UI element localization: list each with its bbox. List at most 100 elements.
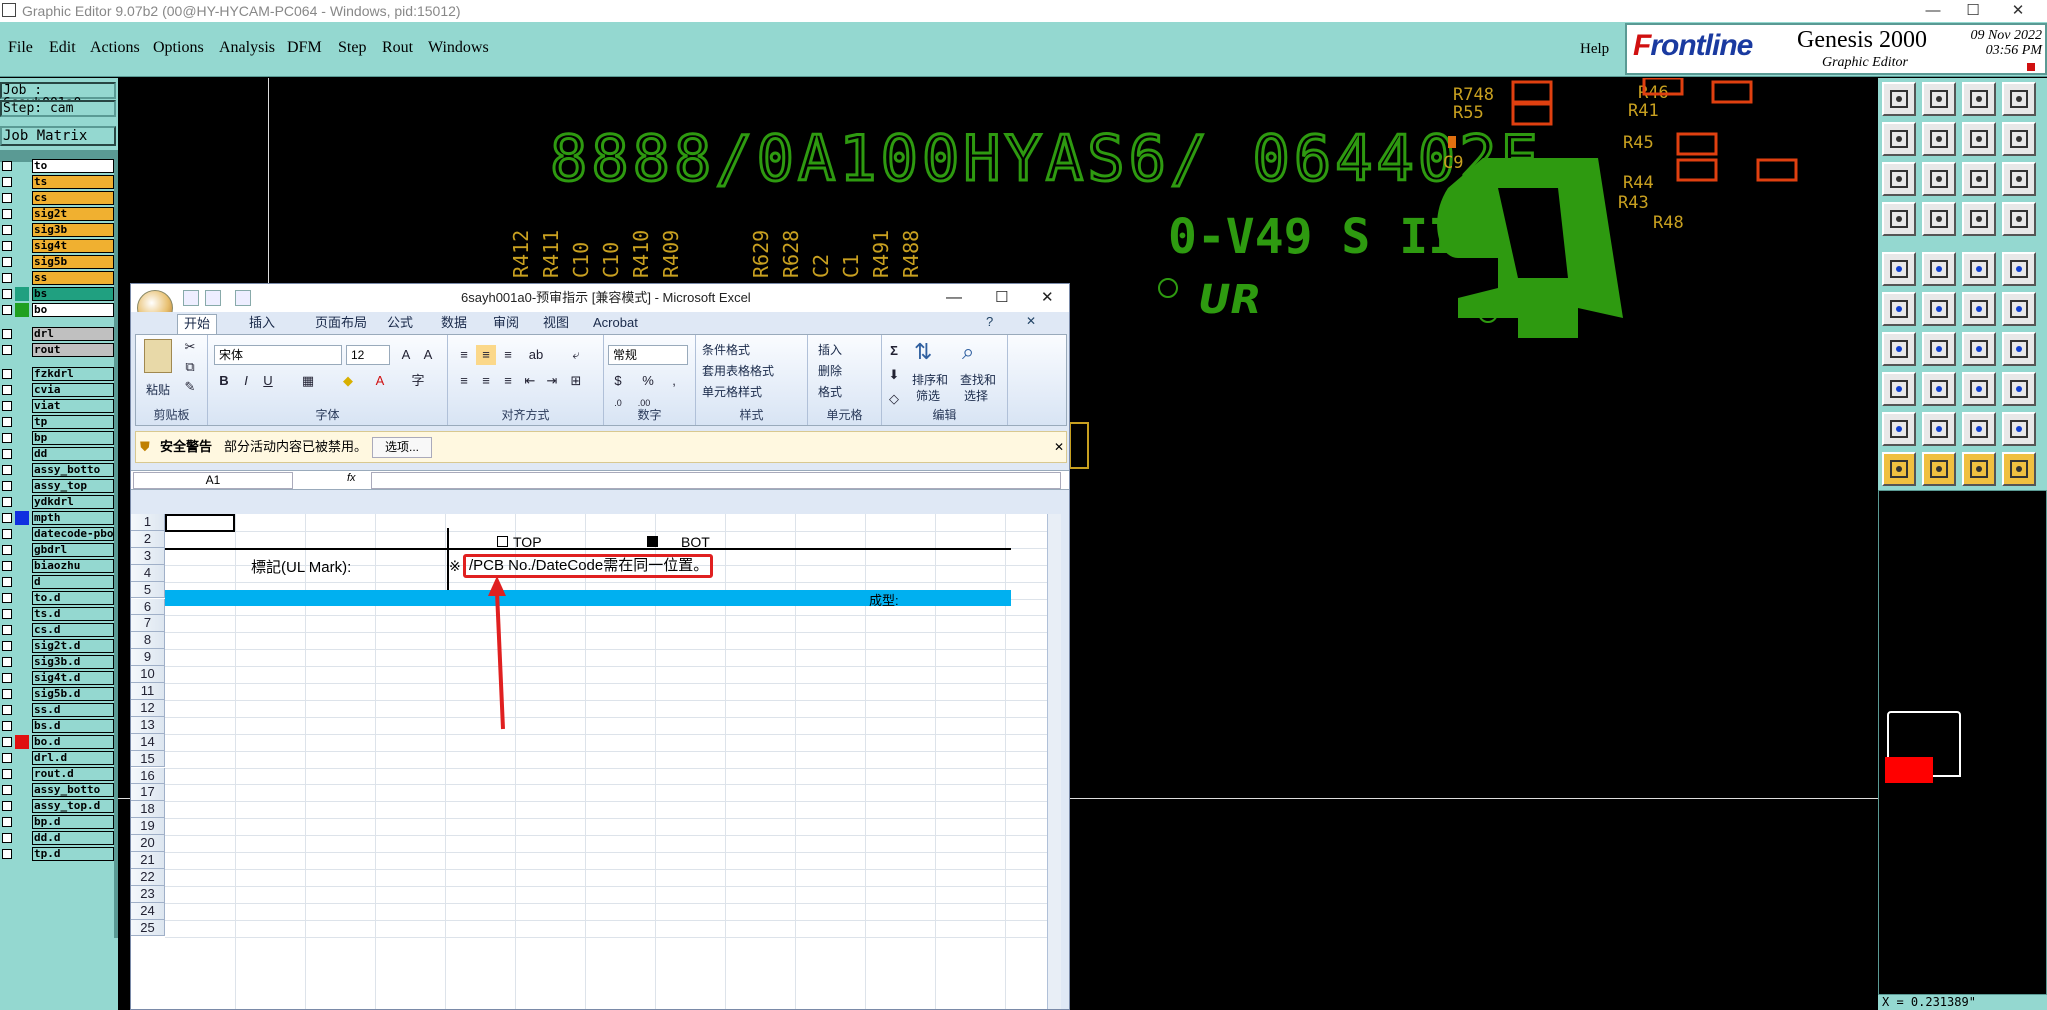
layer-row[interactable]: sig4t xyxy=(0,238,116,254)
layer-name[interactable]: fzkdrl xyxy=(32,367,114,381)
layer-name[interactable]: drl xyxy=(32,327,114,341)
layer-color-swatch[interactable] xyxy=(15,191,29,205)
layer-checkbox[interactable] xyxy=(2,385,12,395)
percent-icon[interactable]: % xyxy=(638,371,658,391)
layer-checkbox[interactable] xyxy=(2,401,12,411)
measure-icon[interactable] xyxy=(1882,202,1916,236)
layer-color-swatch[interactable] xyxy=(15,527,29,541)
excel-close-button[interactable]: ✕ xyxy=(1041,284,1054,312)
maximize-button[interactable]: ☐ xyxy=(1950,0,1996,22)
security-close-icon[interactable]: ✕ xyxy=(1054,432,1064,462)
layer-row[interactable]: sig2t xyxy=(0,206,116,222)
layer-color-swatch[interactable] xyxy=(15,463,29,477)
find-icon[interactable]: ⌕ xyxy=(962,339,974,365)
layer-color-swatch[interactable] xyxy=(15,671,29,685)
row-header[interactable]: 15 xyxy=(131,750,165,768)
italic-button[interactable]: I xyxy=(236,371,256,391)
layer-color-swatch[interactable] xyxy=(15,327,29,341)
layer-name[interactable]: sig4t xyxy=(32,239,114,253)
layer-checkbox[interactable] xyxy=(2,465,12,475)
layer-checkbox[interactable] xyxy=(2,345,12,355)
align-middle-icon[interactable]: ≡ xyxy=(476,345,496,365)
row-header[interactable]: 6 xyxy=(131,598,165,616)
layer-name[interactable]: assy_botto xyxy=(32,783,114,797)
layer-row[interactable]: to xyxy=(0,158,116,174)
layer-row[interactable]: bp xyxy=(0,430,116,446)
layer-name[interactable]: cs xyxy=(32,191,114,205)
layer-color-swatch[interactable] xyxy=(15,383,29,397)
layer-checkbox[interactable] xyxy=(2,833,12,843)
border-icon[interactable]: ▦ xyxy=(298,371,318,391)
triangle-c-icon[interactable] xyxy=(2002,412,2036,446)
layer-row[interactable]: sig3b xyxy=(0,222,116,238)
font-size-select[interactable]: 12 xyxy=(346,345,390,365)
orientation-icon[interactable]: ab xyxy=(526,345,546,365)
layer-row[interactable]: sig4t.d xyxy=(0,670,116,686)
excel-maximize-button[interactable]: ☐ xyxy=(995,284,1008,312)
mirror-icon[interactable] xyxy=(2002,332,2036,366)
group-icon[interactable] xyxy=(2002,372,2036,406)
layer-row[interactable]: drl xyxy=(0,326,116,342)
add-surface-icon[interactable] xyxy=(2002,252,2036,286)
layer-name[interactable]: gbdrl xyxy=(32,543,114,557)
wrap-text-icon[interactable]: ⤶ xyxy=(566,345,586,365)
layer-checkbox[interactable] xyxy=(2,529,12,539)
security-options-button[interactable]: 选项... xyxy=(372,437,432,458)
paste-button[interactable]: 粘贴 xyxy=(146,381,170,398)
row-header[interactable]: 19 xyxy=(131,818,165,836)
layer-row[interactable]: d xyxy=(0,574,116,590)
layer-name[interactable]: dd xyxy=(32,447,114,461)
layer-row[interactable]: bo.d xyxy=(0,734,116,750)
close-button[interactable]: ✕ xyxy=(1995,0,2041,22)
layer-name[interactable]: sig3b xyxy=(32,223,114,237)
layer-checkbox[interactable] xyxy=(2,481,12,491)
layer-name[interactable]: drl.d xyxy=(32,751,114,765)
layer-color-swatch[interactable] xyxy=(15,767,29,781)
add-line-icon[interactable] xyxy=(1922,252,1956,286)
ribbon-tab[interactable]: 开始 xyxy=(177,314,218,334)
ribbon-tab[interactable]: 视图 xyxy=(537,314,575,332)
layer-name[interactable]: rout xyxy=(32,343,114,357)
menu-file[interactable]: File xyxy=(8,39,33,57)
menu-edit[interactable]: Edit xyxy=(49,39,76,57)
layer-row[interactable]: assy_top xyxy=(0,478,116,494)
layer-row[interactable]: assy_top.d xyxy=(0,798,116,814)
layer-color-swatch[interactable] xyxy=(15,687,29,701)
layer-checkbox[interactable] xyxy=(2,593,12,603)
layer-row[interactable]: rout.d xyxy=(0,766,116,782)
layer-row[interactable]: bp.d xyxy=(0,814,116,830)
redo-icon[interactable] xyxy=(2002,122,2036,156)
layer-color-swatch[interactable] xyxy=(15,287,29,301)
layer-checkbox[interactable] xyxy=(2,369,12,379)
layer-name[interactable]: mpth xyxy=(32,511,114,525)
layer-name[interactable]: rout.d xyxy=(32,767,114,781)
overview-view-window[interactable] xyxy=(1885,757,1933,783)
align-top-icon[interactable]: ≡ xyxy=(454,345,474,365)
window-icon[interactable] xyxy=(2002,82,2036,116)
layer-checkbox[interactable] xyxy=(2,449,12,459)
number-format-select[interactable]: 常规 xyxy=(608,345,688,365)
layer-checkbox[interactable] xyxy=(2,737,12,747)
layer-name[interactable]: sig4t.d xyxy=(32,671,114,685)
layer-name[interactable]: to xyxy=(32,159,114,173)
layer-color-swatch[interactable] xyxy=(15,415,29,429)
row-header[interactable]: 20 xyxy=(131,835,165,852)
align-center-icon[interactable]: ≡ xyxy=(476,371,496,391)
layer-color-swatch[interactable] xyxy=(15,639,29,653)
layer-color-swatch[interactable] xyxy=(15,367,29,381)
layer-row[interactable]: cs.d xyxy=(0,622,116,638)
row-header[interactable]: 22 xyxy=(131,868,165,886)
layer-color-swatch[interactable] xyxy=(15,655,29,669)
menu-analysis[interactable]: Analysis xyxy=(219,39,275,57)
layer-name[interactable]: ss xyxy=(32,271,114,285)
layer-row[interactable]: cs xyxy=(0,190,116,206)
layer-name[interactable]: bs xyxy=(32,287,114,301)
layer-checkbox[interactable] xyxy=(2,497,12,507)
find-button[interactable]: 查找和 xyxy=(960,371,996,388)
layer-color-swatch[interactable] xyxy=(15,815,29,829)
layer-checkbox[interactable] xyxy=(2,433,12,443)
layer-row[interactable]: rout xyxy=(0,342,116,358)
layer-name[interactable]: bp.d xyxy=(32,815,114,829)
menu-dfm[interactable]: DFM xyxy=(287,39,322,57)
layer-color-swatch[interactable] xyxy=(15,783,29,797)
